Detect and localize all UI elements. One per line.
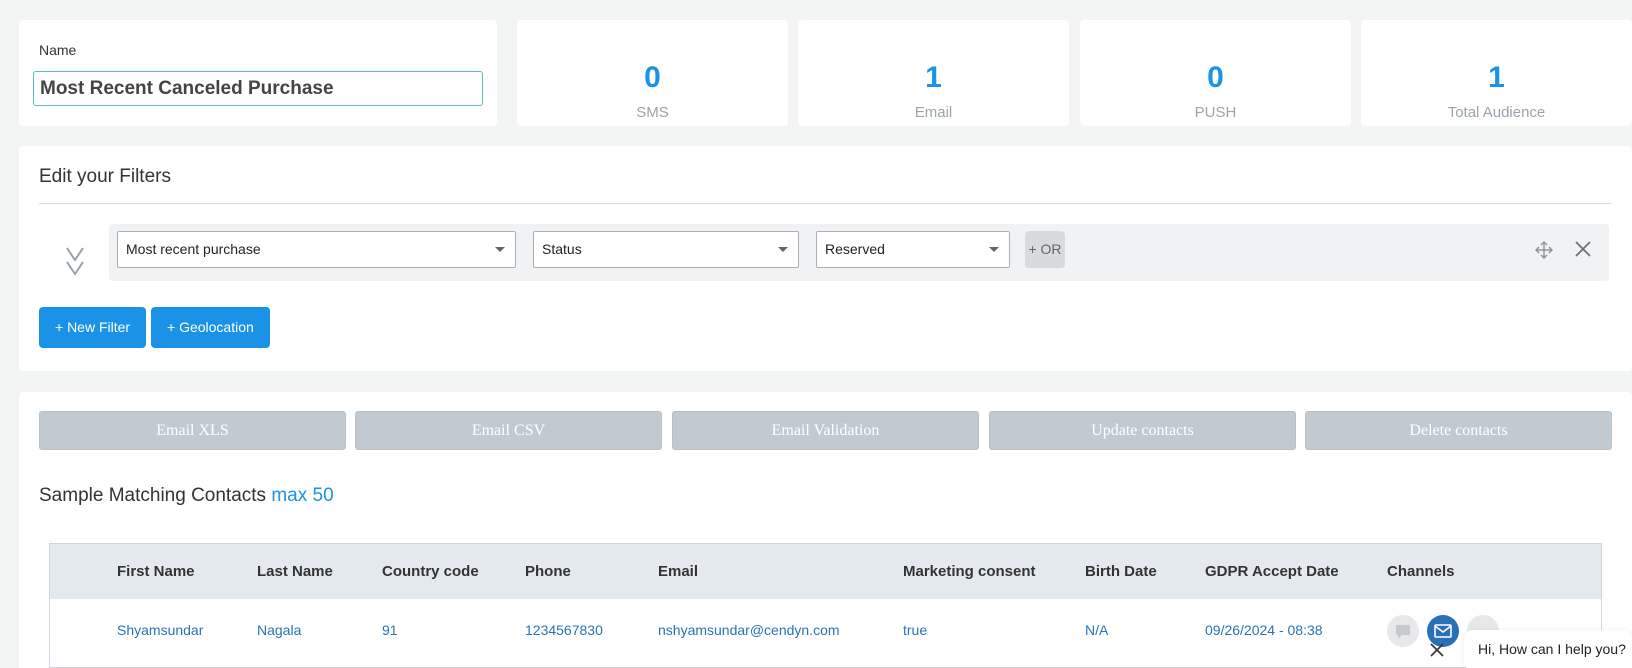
header-last-name[interactable]: Last Name xyxy=(257,544,333,599)
geolocation-button[interactable]: + Geolocation xyxy=(151,307,270,348)
header-gdpr-accept-date[interactable]: GDPR Accept Date xyxy=(1205,544,1339,599)
stat-card-email: 1 Email xyxy=(798,20,1069,126)
stat-label-push: PUSH xyxy=(1194,104,1237,121)
filter-value-value: Reserved xyxy=(825,241,885,257)
cell-phone[interactable]: 1234567830 xyxy=(525,600,603,660)
results-card: Email XLS Email CSV Email Validation Upd… xyxy=(19,392,1632,668)
filter-row: Most recent purchase Status Reserved + O… xyxy=(109,224,1609,281)
chat-greeting-bubble[interactable]: Hi, How can I help you? xyxy=(1464,630,1632,668)
caret-down-icon xyxy=(778,247,788,252)
stat-value-total-audience: 1 xyxy=(1488,61,1505,94)
stat-value-email: 1 xyxy=(925,61,942,94)
filters-card: Edit your Filters Most recent purchase S… xyxy=(19,146,1632,371)
cell-birth-date[interactable]: N/A xyxy=(1085,600,1108,660)
chevron-double-down-icon[interactable] xyxy=(63,246,87,278)
header-birth-date[interactable]: Birth Date xyxy=(1085,544,1157,599)
filter-field-value: Most recent purchase xyxy=(126,241,261,257)
email-csv-button[interactable]: Email CSV xyxy=(355,411,662,450)
move-icon[interactable] xyxy=(1534,240,1554,260)
header-channels: Channels xyxy=(1387,563,1455,580)
caret-down-icon xyxy=(989,247,999,252)
stat-card-total-audience: 1 Total Audience xyxy=(1361,20,1632,126)
filter-attribute-select[interactable]: Status xyxy=(533,231,799,268)
name-label: Name xyxy=(39,42,77,58)
filter-attribute-value: Status xyxy=(542,241,582,257)
segment-name-card: Name xyxy=(19,20,497,126)
cell-first-name[interactable]: Shyamsundar xyxy=(117,600,203,660)
chat-close-icon[interactable] xyxy=(1428,641,1446,659)
close-icon[interactable] xyxy=(1574,240,1592,258)
filter-field-select[interactable]: Most recent purchase xyxy=(117,231,516,268)
filter-value-select[interactable]: Reserved xyxy=(816,231,1010,268)
stat-card-push: 0 PUSH xyxy=(1080,20,1351,126)
stat-card-sms: 0 SMS xyxy=(517,20,788,126)
sample-title-text: Sample Matching Contacts xyxy=(39,485,267,506)
sms-channel-icon[interactable] xyxy=(1387,615,1419,647)
contacts-table: First Name Last Name Country code Phone … xyxy=(49,543,1602,668)
cell-country-code[interactable]: 91 xyxy=(382,600,398,660)
sample-max-label: max 50 xyxy=(271,485,334,506)
email-validation-button[interactable]: Email Validation xyxy=(672,411,979,450)
header-first-name[interactable]: First Name xyxy=(117,544,195,599)
header-email[interactable]: Email xyxy=(658,544,698,599)
update-contacts-button[interactable]: Update contacts xyxy=(989,411,1296,450)
caret-down-icon xyxy=(495,247,505,252)
stat-label-sms: SMS xyxy=(636,104,669,121)
header-country-code[interactable]: Country code xyxy=(382,544,479,599)
cell-gdpr-accept-date[interactable]: 09/26/2024 - 08:38 xyxy=(1205,600,1323,660)
header-phone[interactable]: Phone xyxy=(525,544,571,599)
cell-last-name[interactable]: Nagala xyxy=(257,600,301,660)
stat-label-email: Email xyxy=(914,104,953,121)
cell-marketing-consent[interactable]: true xyxy=(903,600,927,660)
stat-value-sms: 0 xyxy=(644,61,661,94)
filters-title: Edit your Filters xyxy=(39,166,171,187)
stat-label-total-audience: Total Audience xyxy=(1447,104,1546,121)
email-xls-button[interactable]: Email XLS xyxy=(39,411,346,450)
divider xyxy=(39,203,1612,204)
add-or-button[interactable]: + OR xyxy=(1025,231,1065,268)
stat-value-push: 0 xyxy=(1207,61,1224,94)
header-marketing-consent[interactable]: Marketing consent xyxy=(903,544,1036,599)
new-filter-button[interactable]: + New Filter xyxy=(39,307,147,348)
segment-name-input[interactable] xyxy=(33,71,483,106)
table-header: First Name Last Name Country code Phone … xyxy=(50,544,1601,599)
cell-email[interactable]: nshyamsundar@cendyn.com xyxy=(658,600,840,660)
delete-contacts-button[interactable]: Delete contacts xyxy=(1305,411,1612,450)
sample-title: Sample Matching Contacts max 50 xyxy=(39,485,334,507)
